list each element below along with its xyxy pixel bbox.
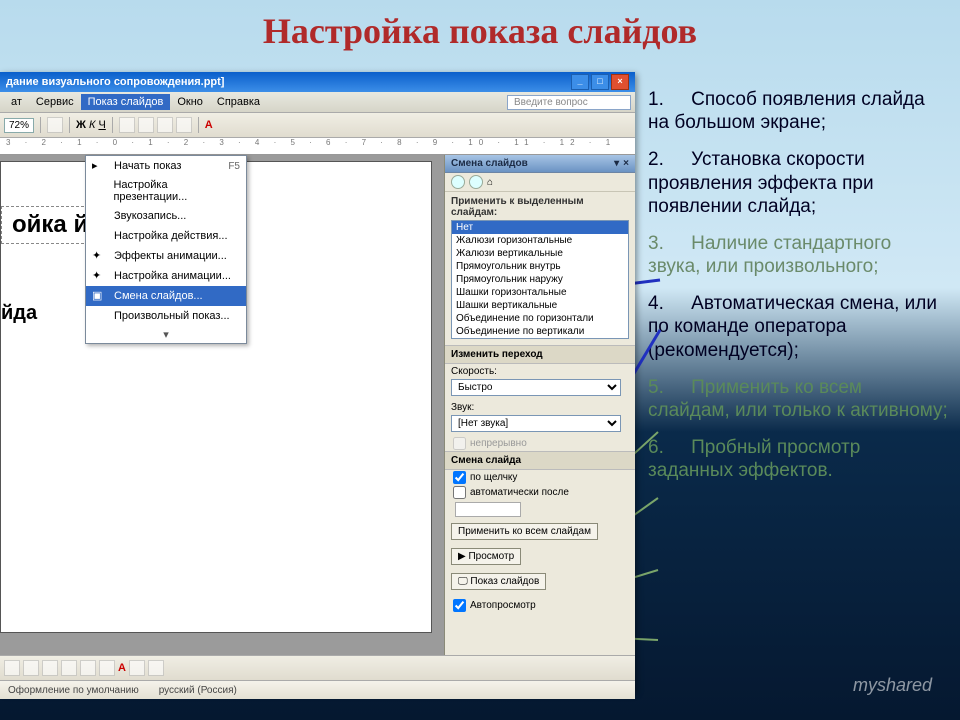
dd-start-show[interactable]: ▸Начать показF5: [86, 156, 246, 176]
arrow-icon[interactable]: [61, 660, 77, 676]
dd-anim-effects[interactable]: ✦Эффекты анимации...: [86, 246, 246, 266]
onclick-checkbox[interactable]: [453, 471, 466, 484]
font-color-icon[interactable]: A: [118, 662, 126, 674]
effect-item: Объединение по вертикали: [452, 325, 628, 338]
workspace: ойка йдов йда ▸Начать показF5 Настройка …: [0, 155, 635, 655]
dd-record[interactable]: Звукозапись...: [86, 206, 246, 226]
effect-item: Прямоугольник внутрь: [452, 260, 628, 273]
help-search-input[interactable]: Введите вопрос: [507, 95, 631, 110]
annotation-6: 6. Пробный просмотр заданных эффектов.: [648, 436, 948, 482]
rect-icon[interactable]: [80, 660, 96, 676]
status-lang: русский (Россия): [159, 685, 237, 696]
home-icon[interactable]: ⌂: [487, 177, 493, 188]
status-layout: Оформление по умолчанию: [8, 685, 139, 696]
shadow-icon[interactable]: [148, 660, 164, 676]
slideshow-button[interactable]: 🖵 Показ слайдов: [451, 573, 546, 590]
titlebar: дание визуального сопровождения.ppt] _ □…: [0, 72, 635, 92]
gear-icon: ✦: [92, 269, 108, 283]
minimize-button[interactable]: _: [571, 74, 589, 90]
autopreview-checkbox[interactable]: [453, 599, 466, 612]
dd-slide-transition[interactable]: ▣Смена слайдов...: [86, 286, 246, 306]
effect-item: Нет: [452, 221, 628, 234]
dd-action[interactable]: Настройка действия...: [86, 226, 246, 246]
statusbar: Оформление по умолчанию русский (Россия): [0, 680, 635, 699]
menu-slideshow[interactable]: Показ слайдов: [81, 94, 171, 110]
align-left-icon[interactable]: [119, 117, 135, 133]
maximize-button[interactable]: □: [591, 74, 609, 90]
apply-all-button[interactable]: Применить ко всем слайдам: [451, 523, 598, 540]
taskpane-back-icon[interactable]: [451, 175, 465, 189]
zoom-select[interactable]: 72%: [4, 118, 34, 133]
page-title: Настройка показа слайдов: [0, 0, 960, 58]
autoshapes-icon[interactable]: [23, 660, 39, 676]
draw-icon[interactable]: [4, 660, 20, 676]
taskpane-menu-icon[interactable]: ▾: [614, 158, 619, 169]
slide-body-text[interactable]: йда: [1, 302, 37, 325]
taskpane-close-icon[interactable]: ×: [623, 158, 629, 169]
dd-setup[interactable]: Настройка презентации...: [86, 176, 246, 206]
task-pane: Смена слайдов ▾ × ⌂ Применить к выделенн…: [444, 155, 635, 655]
italic-button[interactable]: К: [89, 119, 95, 131]
menu-format[interactable]: ат: [4, 94, 29, 110]
sound-label: Звук:: [445, 400, 635, 415]
annotation-1: 1. Способ появления слайда на большом эк…: [648, 88, 948, 134]
powerpoint-window: дание визуального сопровождения.ppt] _ □…: [0, 72, 635, 692]
chevron-down-icon[interactable]: ▾: [86, 326, 246, 343]
bullets-icon[interactable]: [157, 117, 173, 133]
effect-item: Жалюзи вертикальные: [452, 247, 628, 260]
effect-item: Шашки горизонтальные: [452, 286, 628, 299]
fill-icon[interactable]: [129, 660, 145, 676]
speed-select[interactable]: Быстро: [451, 379, 621, 396]
transition-icon: ▣: [92, 289, 108, 303]
time-input[interactable]: [455, 502, 521, 517]
annotation-2: 2. Установка скорости проявления эффекта…: [648, 148, 948, 218]
play-icon: ▸: [92, 159, 108, 173]
autoafter-checkbox[interactable]: [453, 486, 466, 499]
sound-select[interactable]: [Нет звука]: [451, 415, 621, 432]
menu-service[interactable]: Сервис: [29, 94, 81, 110]
annotation-5: 5. Применить ко всем слайдам, или только…: [648, 376, 948, 422]
effect-item: Прямоугольник наружу: [452, 273, 628, 286]
font-color-icon[interactable]: A: [205, 119, 213, 131]
star-icon: ✦: [92, 249, 108, 263]
effect-item: Шашки вертикальные: [452, 299, 628, 312]
bold-button[interactable]: Ж: [76, 119, 86, 131]
taskpane-title: Смена слайдов ▾ ×: [445, 155, 635, 173]
watermark: myshared: [853, 675, 932, 696]
underline-button[interactable]: Ч: [98, 119, 105, 131]
drawing-toolbar: A: [0, 655, 635, 680]
slideshow-dropdown: ▸Начать показF5 Настройка презентации...…: [85, 155, 247, 344]
preview-button[interactable]: ▶ Просмотр: [451, 548, 521, 565]
numbering-icon[interactable]: [176, 117, 192, 133]
line-icon[interactable]: [42, 660, 58, 676]
annotation-4: 4. Автоматическая смена, или по команде …: [648, 292, 948, 362]
effects-list[interactable]: Нет Жалюзи горизонтальные Жалюзи вертика…: [451, 220, 629, 339]
change-transition-header: Изменить переход: [445, 345, 635, 364]
advance-header: Смена слайда: [445, 451, 635, 470]
oval-icon[interactable]: [99, 660, 115, 676]
apply-label: Применить к выделенным слайдам:: [445, 192, 635, 220]
menubar: ат Сервис Показ слайдов Окно Справка Вве…: [0, 92, 635, 113]
taskpane-fwd-icon[interactable]: [469, 175, 483, 189]
window-title: дание визуального сопровождения.ppt]: [6, 72, 224, 92]
dd-custom-anim[interactable]: ✦Настройка анимации...: [86, 266, 246, 286]
loop-checkbox[interactable]: [453, 437, 466, 450]
annotation-list: 1. Способ появления слайда на большом эк…: [648, 88, 948, 496]
dd-custom-show[interactable]: Произвольный показ...: [86, 306, 246, 326]
effect-item: Объединение по горизонтали: [452, 312, 628, 325]
speed-label: Скорость:: [445, 364, 635, 379]
align-center-icon[interactable]: [138, 117, 154, 133]
toolbar: 72% Ж К Ч A: [0, 113, 635, 138]
toolbar-icon[interactable]: [47, 117, 63, 133]
close-button[interactable]: ×: [611, 74, 629, 90]
effect-item: Жалюзи горизонтальные: [452, 234, 628, 247]
annotation-3: 3. Наличие стандартного звука, или произ…: [648, 232, 948, 278]
menu-help[interactable]: Справка: [210, 94, 267, 110]
menu-window[interactable]: Окно: [170, 94, 210, 110]
ruler: 3 · 2 · 1 · 0 · 1 · 2 · 3 · 4 · 5 · 6 · …: [0, 138, 635, 155]
